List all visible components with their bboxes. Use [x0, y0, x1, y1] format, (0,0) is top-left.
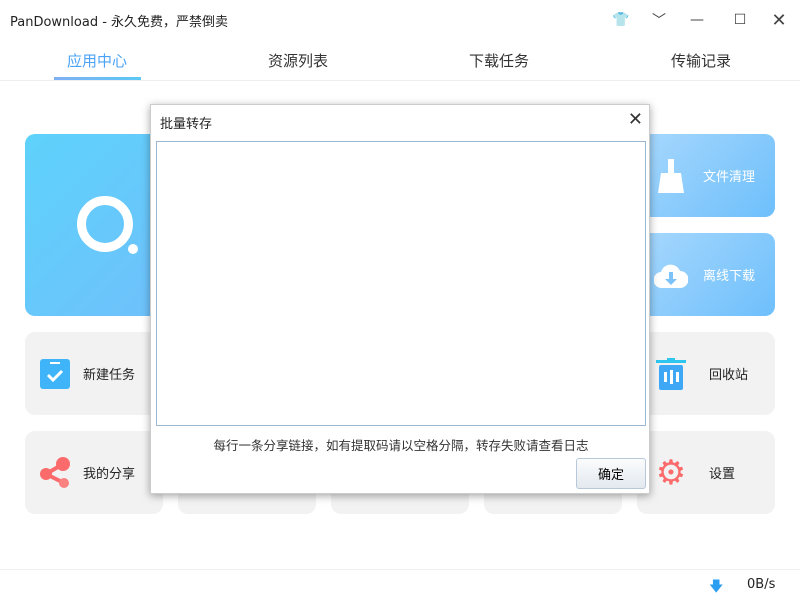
tab-app-center[interactable]: 应用中心	[37, 50, 157, 71]
divider	[0, 80, 800, 81]
download-speed: 0B/s	[747, 577, 775, 592]
tab-transfer-history[interactable]: 传输记录	[641, 50, 761, 71]
menu-chevron-down-icon[interactable]: ﹀	[647, 8, 671, 32]
skin-icon[interactable]: 👕	[609, 8, 633, 32]
confirm-button[interactable]: 确定	[576, 458, 646, 489]
maximize-button[interactable]: ☐	[728, 8, 752, 32]
close-button[interactable]: ✕	[767, 8, 791, 32]
share-links-textarea[interactable]	[156, 141, 646, 426]
settings-label: 设置	[709, 463, 735, 482]
search-icon	[77, 196, 133, 252]
tab-resource-list[interactable]: 资源列表	[238, 50, 358, 71]
file-clean-label: 文件清理	[703, 166, 755, 185]
new-task-card[interactable]: 新建任务	[25, 332, 163, 415]
search-icon-dot	[128, 244, 138, 254]
new-task-label: 新建任务	[83, 364, 135, 383]
recycle-bin-card[interactable]: 回收站	[637, 332, 775, 415]
offline-download-card[interactable]: 离线下载	[637, 233, 775, 316]
dialog-title: 批量转存	[160, 113, 212, 132]
minimize-button[interactable]: —	[685, 8, 709, 32]
broom-icon	[651, 159, 691, 193]
settings-card[interactable]: ⚙ 设置	[637, 431, 775, 514]
cloud-download-icon	[651, 262, 691, 288]
trash-icon	[651, 358, 691, 390]
gear-icon: ⚙	[651, 453, 691, 493]
download-arrow-icon: 🡇	[709, 576, 723, 600]
file-clean-card[interactable]: 文件清理	[637, 134, 775, 217]
batch-save-dialog: 批量转存 ✕ 每行一条分享链接，如有提取码请以空格分隔，转存失败请查看日志 确定	[150, 104, 650, 494]
recycle-bin-label: 回收站	[709, 364, 748, 383]
offline-download-label: 离线下载	[703, 265, 755, 284]
status-divider	[0, 569, 800, 570]
dialog-close-icon[interactable]: ✕	[628, 109, 643, 130]
window-title: PanDownload - 永久免费，严禁倒卖	[10, 11, 228, 30]
my-share-card[interactable]: 我的分享	[25, 431, 163, 514]
clipboard-check-icon	[35, 359, 75, 389]
my-share-label: 我的分享	[83, 463, 135, 482]
tab-download-tasks[interactable]: 下载任务	[439, 50, 559, 71]
share-icon	[35, 457, 75, 489]
dialog-hint: 每行一条分享链接，如有提取码请以空格分隔，转存失败请查看日志	[151, 435, 651, 454]
